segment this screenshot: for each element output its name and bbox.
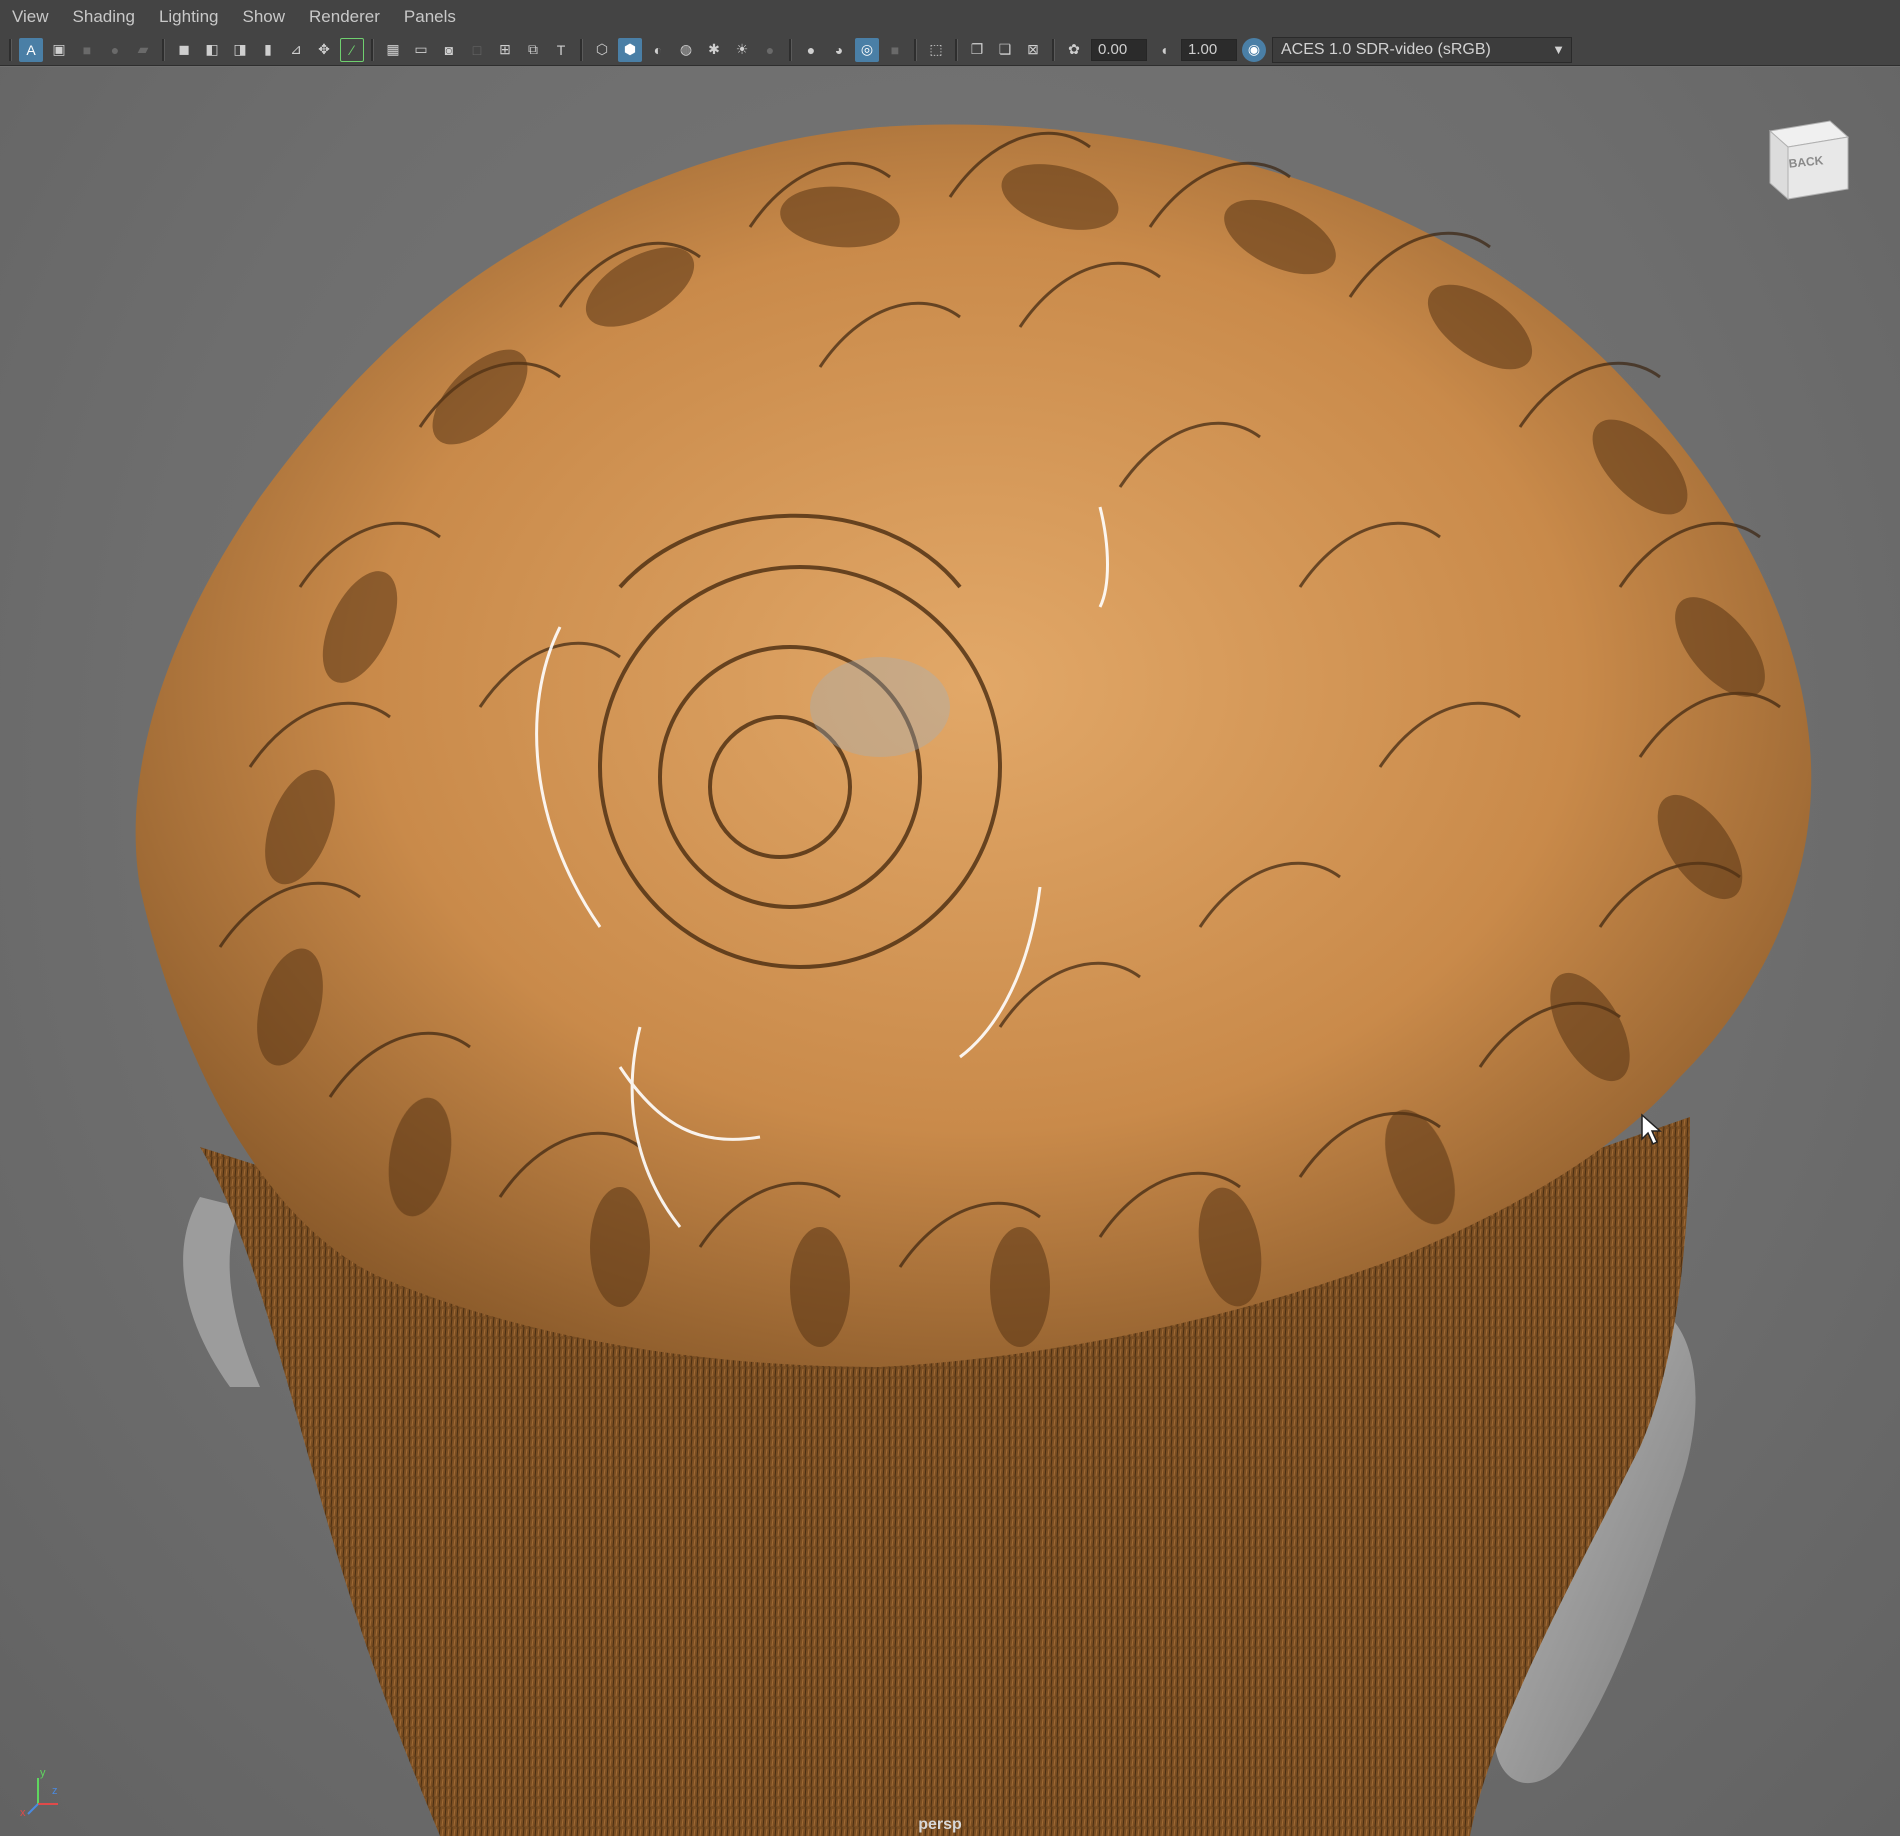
toolbar-separator	[580, 38, 583, 61]
scalp-spot	[810, 657, 950, 757]
two-d-pan-zoom-icon[interactable]: ✥	[312, 38, 336, 62]
exposure-field[interactable]: 0.00	[1091, 38, 1147, 61]
field-chart-icon[interactable]: ⊞	[493, 38, 517, 62]
camera-name-label: persp	[918, 1816, 962, 1833]
menu-show[interactable]: Show	[231, 0, 298, 34]
menu-shading[interactable]: Shading	[61, 0, 147, 34]
toolbar-separator	[955, 38, 958, 61]
textured-icon[interactable]: ◍	[674, 38, 698, 62]
axis-indicator: y x z	[20, 1767, 58, 1819]
shadows-icon[interactable]: ☀	[730, 38, 754, 62]
lights-off-icon[interactable]: ●	[758, 38, 782, 62]
color-management-icon[interactable]: ◉	[1242, 37, 1266, 62]
isolate-select-icon[interactable]: ⬚	[924, 38, 948, 62]
xray-icon[interactable]: ❐	[965, 38, 989, 62]
resolution-gate-icon[interactable]: ◙	[437, 38, 461, 62]
camera-two-icon[interactable]: ▰	[131, 38, 155, 62]
toolbar-separator	[371, 38, 374, 61]
motion-blur-icon[interactable]: ◕	[827, 38, 851, 62]
axis-y-label: y	[40, 1767, 46, 1779]
panel-menu-bar: View Shading Lighting Show Renderer Pane…	[0, 0, 1900, 35]
grid-icon[interactable]: ▦	[381, 38, 405, 62]
menu-renderer[interactable]: Renderer	[297, 0, 392, 34]
gate-mask-icon[interactable]: □	[465, 38, 489, 62]
hair-groom-render	[135, 124, 1812, 1836]
3d-viewport[interactable]: BACK y x z persp	[0, 67, 1900, 1836]
maya-viewport-window: View Shading Lighting Show Renderer Pane…	[0, 0, 1900, 1836]
select-all-icon[interactable]: A	[19, 37, 43, 62]
toolbar-separator	[162, 38, 165, 61]
anti-aliasing-icon[interactable]: ◎	[855, 37, 879, 62]
menu-panels[interactable]: Panels	[392, 0, 468, 34]
toolbar-separator	[914, 38, 917, 61]
xray-active-icon[interactable]: ⊠	[1021, 38, 1045, 62]
view-transform-dropdown[interactable]: ACES 1.0 SDR-video (sRGB) ▼	[1272, 36, 1572, 63]
safe-title-icon[interactable]: T	[549, 38, 573, 62]
safe-action-icon[interactable]: ⧉	[521, 38, 545, 62]
toolbar-separator	[9, 38, 12, 61]
select-camera-icon[interactable]: ◼	[172, 38, 196, 62]
gamma-icon[interactable]: ◖	[1152, 38, 1176, 62]
frame-selection-icon[interactable]: ▣	[47, 38, 71, 62]
use-all-lights-icon[interactable]: ✱	[702, 38, 726, 62]
view-transform-value: ACES 1.0 SDR-video (sRGB)	[1281, 40, 1491, 58]
depth-of-field-icon[interactable]: ■	[883, 38, 907, 62]
image-plane-icon[interactable]: ⊿	[284, 38, 308, 62]
xray-joints-icon[interactable]: ❏	[993, 38, 1017, 62]
smooth-shade-icon[interactable]: ⬢	[618, 37, 642, 62]
screen-space-ao-icon[interactable]: ●	[799, 38, 823, 62]
exposure-icon[interactable]: ✿	[1062, 38, 1086, 62]
bookmark-icon[interactable]: ▮	[256, 38, 280, 62]
default-material-icon[interactable]: ◐	[646, 38, 670, 62]
toolbar-separator	[789, 38, 792, 61]
axis-z-label: z	[52, 1785, 58, 1797]
film-gate-icon[interactable]: ▭	[409, 38, 433, 62]
gamma-field[interactable]: 1.00	[1181, 38, 1237, 61]
grease-pencil-icon[interactable]: ⁄	[340, 37, 364, 62]
camera-sequence-icon[interactable]: ●	[103, 38, 127, 62]
panel-toolbar: A ▣ ■ ● ▰ ◼ ◧ ◨ ▮ ⊿ ✥ ⁄ ▦ ▭ ◙ □ ⊞ ⧉ T ⬡ …	[0, 34, 1900, 66]
mouse-cursor-icon	[1641, 1113, 1662, 1146]
chevron-down-icon: ▼	[1552, 42, 1565, 57]
menu-view[interactable]: View	[0, 0, 61, 34]
toolbar-separator	[1052, 38, 1055, 61]
wireframe-icon[interactable]: ⬡	[590, 38, 614, 62]
lock-camera-icon[interactable]: ■	[75, 38, 99, 62]
axis-x-label: x	[20, 1807, 26, 1819]
camera-bookmark-icon[interactable]: ◨	[228, 38, 252, 62]
menu-lighting[interactable]: Lighting	[147, 0, 231, 34]
camera-attributes-icon[interactable]: ◧	[200, 38, 224, 62]
